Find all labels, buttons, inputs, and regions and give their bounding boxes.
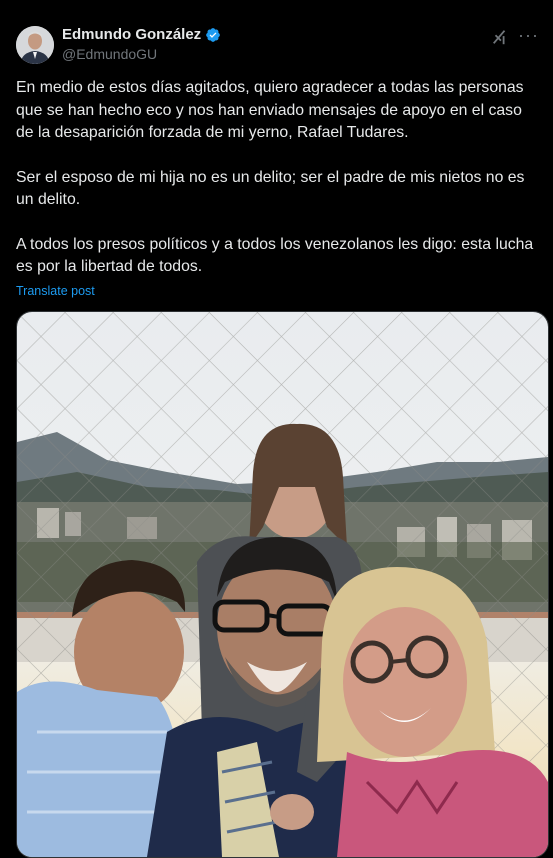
grok-icon[interactable] [491,28,509,46]
author-handle[interactable]: @EdmundoGU [62,46,221,62]
avatar[interactable] [16,26,54,64]
post-paragraph: Ser el esposo de mi hija no es un delito… [16,168,525,209]
post-photo[interactable] [16,311,549,858]
post-text: En medio de estos días agitados, quiero … [16,77,540,279]
post-paragraph: En medio de estos días agitados, quiero … [16,79,524,141]
translate-post-link[interactable]: Translate post [16,284,95,298]
author-info: Edmundo González @EdmundoGU [62,26,221,62]
verified-badge-icon [206,27,221,42]
more-icon[interactable]: ··· [518,26,539,44]
author-display-name[interactable]: Edmundo González [62,26,201,43]
post-header: Edmundo González @EdmundoGU ··· [16,24,543,68]
post-paragraph: A todos los presos políticos y a todos l… [16,235,534,276]
